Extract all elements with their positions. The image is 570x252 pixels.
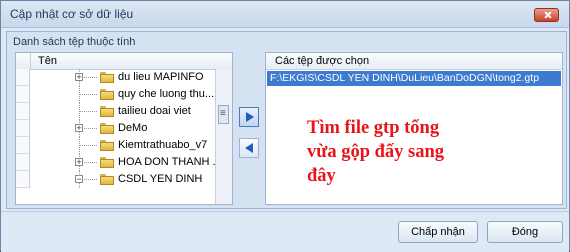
tree-item-label: Kiemtrathuabo_v7: [118, 139, 208, 151]
tree-item[interactable]: + HOA DON THANH ...: [30, 154, 222, 171]
folder-icon: [100, 106, 114, 117]
update-database-dialog: Cập nhật cơ sở dữ liệu Danh sách tệp thu…: [0, 0, 570, 252]
tree-line: [79, 111, 97, 112]
row-selector[interactable]: [16, 103, 30, 120]
tree-item-label: DeMo: [118, 122, 148, 134]
group-title: Danh sách tệp thuộc tính: [13, 36, 136, 48]
folder-icon: [100, 174, 114, 185]
tree-item[interactable]: + DeMo: [30, 120, 214, 137]
collapse-icon[interactable]: −: [75, 175, 83, 184]
folder-tree[interactable]: Tên + du lieu MAPINFO quy che luong thu...…: [15, 52, 233, 205]
expand-icon[interactable]: +: [75, 158, 83, 167]
close-window-icon[interactable]: [534, 8, 559, 22]
tree-header: Tên: [16, 53, 232, 70]
selected-files-header-label: Các tệp được chọn: [275, 55, 370, 67]
folder-icon: [100, 72, 114, 83]
tree-item[interactable]: − CSDL YEN DINH: [30, 171, 214, 188]
window-title: Cập nhật cơ sở dữ liệu: [10, 7, 134, 21]
row-selector[interactable]: [16, 69, 30, 86]
dialog-footer: Chấp nhận Đóng: [1, 211, 569, 252]
scrollbar-thumb[interactable]: [218, 105, 229, 124]
annotation-line-2: vừa gộp đấy sang: [307, 142, 445, 162]
row-selector[interactable]: [16, 120, 30, 137]
selected-files-header: Các tệp được chọn: [266, 53, 562, 70]
annotation-line-1: Tìm file gtp tổng: [307, 118, 440, 138]
row-selector[interactable]: [16, 137, 30, 154]
selected-file-item[interactable]: F:\EKGIS\CSDL YEN DINH\DuLieu\BanDoDGN\t…: [267, 71, 561, 86]
tree-item[interactable]: quy che luong thu...: [30, 86, 214, 103]
tree-item-label: HOA DON THANH ...: [118, 156, 222, 168]
expand-icon[interactable]: +: [75, 73, 83, 82]
row-selector[interactable]: [16, 154, 30, 171]
tree-line: [79, 145, 97, 146]
tree-item[interactable]: + du lieu MAPINFO: [30, 69, 214, 86]
tree-item-label: tailieu doai viet: [118, 105, 191, 117]
selected-file-path: F:\EKGIS\CSDL YEN DINH\DuLieu\BanDoDGN\t…: [270, 72, 540, 84]
folder-icon: [100, 123, 114, 134]
close-button[interactable]: Đóng: [487, 221, 563, 243]
folder-icon: [100, 140, 114, 151]
tree-scrollbar[interactable]: [215, 69, 232, 204]
remove-file-button[interactable]: [239, 138, 259, 158]
header-selector-cell: [16, 53, 31, 69]
tree-item[interactable]: tailieu doai viet: [30, 103, 214, 120]
title-bar: Cập nhật cơ sở dữ liệu: [1, 1, 569, 28]
row-selector[interactable]: [16, 86, 30, 103]
tree-item-label: CSDL YEN DINH: [118, 173, 203, 185]
folder-icon: [100, 89, 114, 100]
expand-icon[interactable]: +: [75, 124, 83, 133]
accept-button[interactable]: Chấp nhận: [398, 221, 478, 243]
tree-item-label: du lieu MAPINFO: [118, 71, 204, 83]
tree-item-label: quy che luong thu...: [118, 88, 215, 100]
arrow-right-icon: [246, 112, 254, 122]
attribute-files-group: Danh sách tệp thuộc tính Tên + du lieu MA…: [6, 31, 567, 209]
name-column-header[interactable]: Tên: [38, 55, 57, 67]
folder-icon: [100, 157, 114, 168]
add-file-button[interactable]: [239, 107, 259, 127]
tree-item[interactable]: Kiemtrathuabo_v7: [30, 137, 214, 154]
annotation-line-3: đây: [307, 166, 336, 186]
annotation-text: Tìm file gtp tổng vừa gộp đấy sang đây: [307, 116, 537, 188]
tree-line: [79, 94, 97, 95]
arrow-left-icon: [245, 143, 253, 153]
row-selector[interactable]: [16, 171, 30, 188]
